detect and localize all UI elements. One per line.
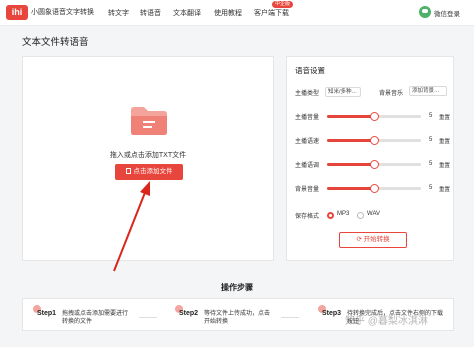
slider-label-speed: 主播语速 xyxy=(295,139,320,145)
start-convert-label: 开始转换 xyxy=(363,236,390,243)
add-file-button[interactable]: 点击添加文件 xyxy=(115,164,183,180)
steps-title: 操作步骤 xyxy=(221,283,253,292)
slider-fill xyxy=(327,115,374,118)
folder-icon xyxy=(131,107,167,135)
slider-value: 5 xyxy=(429,161,433,167)
slider-label-pitch: 主播语调 xyxy=(295,163,320,169)
format-label-wav[interactable]: WAV xyxy=(367,211,380,217)
slider-value: 5 xyxy=(429,137,433,143)
pitch-reset-button[interactable]: 重置 xyxy=(439,161,450,169)
step-separator xyxy=(139,317,157,318)
slider-label-volume: 主播音量 xyxy=(295,115,320,121)
page-title: 文本文件转语音 xyxy=(22,37,89,48)
settings-title: 语音设置 xyxy=(295,66,325,75)
slider-thumb[interactable] xyxy=(370,184,379,193)
bgm-volume-reset-button[interactable]: 重置 xyxy=(439,185,450,193)
nav-item-to-speech[interactable]: 转语音 xyxy=(140,8,161,18)
slider-label-bgm-volume: 背景音量 xyxy=(295,187,320,193)
wechat-icon[interactable] xyxy=(419,6,431,18)
bgm-label: 背景音乐 xyxy=(379,91,404,97)
add-file-button-label: 点击添加文件 xyxy=(133,168,173,175)
start-convert-button[interactable]: ⟳ 开始转换 xyxy=(339,232,407,248)
step-text: 等待文件上传成功，点击开始转换 xyxy=(204,311,271,325)
voice-settings-panel: 语音设置 主播类型 知米/多种… 背景音乐 添加背景… 主播音量 5 重置 主播… xyxy=(286,56,454,261)
nav-item-to-text[interactable]: 转文字 xyxy=(108,8,129,18)
step-name: Step1 xyxy=(37,310,57,317)
nav-item-translate[interactable]: 文本翻译 xyxy=(173,8,201,18)
step-text: 拖拽或点击添加需要进行转换的文件 xyxy=(62,311,129,325)
slider-thumb[interactable] xyxy=(370,136,379,145)
watermark: 知乎 @暮梨冰淇淋 xyxy=(345,316,428,327)
step-name: Step2 xyxy=(179,310,199,317)
format-radio-wav[interactable] xyxy=(357,212,364,219)
slider-fill xyxy=(327,139,374,142)
slider-fill xyxy=(327,187,374,190)
nav-item-tutorial[interactable]: 使用教程 xyxy=(214,8,242,18)
volume-reset-button[interactable]: 重置 xyxy=(439,113,450,121)
bgm-select[interactable]: 添加背景… xyxy=(409,86,447,96)
speed-reset-button[interactable]: 重置 xyxy=(439,137,450,145)
login-link[interactable]: 微信登录 xyxy=(434,8,460,18)
volume-slider[interactable] xyxy=(327,112,421,121)
step-name: Step3 xyxy=(322,310,342,317)
nav-badge: 中企版 xyxy=(272,1,294,8)
slider-thumb[interactable] xyxy=(370,160,379,169)
app-brand-name[interactable]: 小圆象语音文字转换 xyxy=(31,7,94,17)
voice-type-select[interactable]: 知米/多种… xyxy=(325,87,361,97)
voice-type-label: 主播类型 xyxy=(295,91,320,97)
slider-value: 5 xyxy=(429,113,433,119)
bgm-volume-slider[interactable] xyxy=(327,184,421,193)
app-logo-icon[interactable]: ihi xyxy=(6,5,28,20)
upload-hint: 拖入或点击添加TXT文件 xyxy=(109,152,187,159)
top-bar: ihi 小圆象语音文字转换 转文字 转语音 文本翻译 使用教程 客户端下载 中企… xyxy=(0,0,474,26)
format-radio-mp3[interactable] xyxy=(327,212,334,219)
format-label-mp3[interactable]: MP3 xyxy=(337,211,349,217)
pitch-slider[interactable] xyxy=(327,160,421,169)
speed-slider[interactable] xyxy=(327,136,421,145)
step-separator xyxy=(281,317,299,318)
format-label: 保存格式 xyxy=(295,214,320,220)
document-icon xyxy=(125,168,131,174)
nav-item-client-download[interactable]: 客户端下载 xyxy=(254,8,289,18)
slider-thumb[interactable] xyxy=(370,112,379,121)
upload-dropzone[interactable]: 拖入或点击添加TXT文件 点击添加文件 xyxy=(22,56,274,261)
slider-value: 5 xyxy=(429,185,433,191)
slider-fill xyxy=(327,163,374,166)
